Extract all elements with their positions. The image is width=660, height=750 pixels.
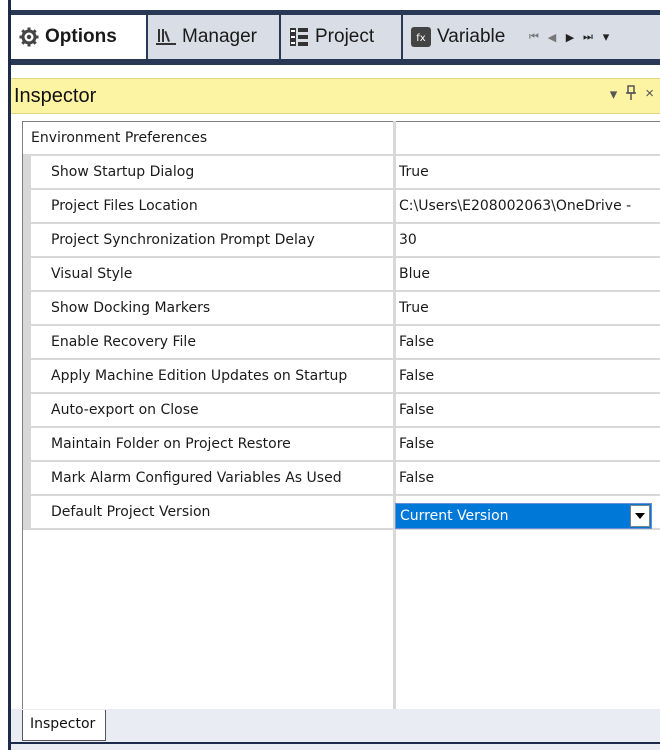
last-tab-icon[interactable]: ⏭ xyxy=(579,31,597,44)
bottom-tab-label: Inspector xyxy=(30,716,96,732)
property-value[interactable]: False xyxy=(399,334,434,350)
tab-variable[interactable]: fx Variable xyxy=(403,15,525,59)
property-name: Enable Recovery File xyxy=(51,334,196,350)
tab-navigation: ⏮ ◀ ▶ ⏭ ▾ xyxy=(525,15,660,59)
property-name: Project Files Location xyxy=(51,198,198,214)
property-name: Maintain Folder on Project Restore xyxy=(51,436,291,452)
tab-project-label: Project xyxy=(315,26,375,47)
property-row[interactable]: Mark Alarm Configured Variables As Used F… xyxy=(23,462,660,496)
category-label: Environment Preferences xyxy=(31,130,208,146)
property-row[interactable]: Apply Machine Edition Updates on Startup… xyxy=(23,360,660,394)
first-tab-icon[interactable]: ⏮ xyxy=(525,31,543,44)
property-name: Mark Alarm Configured Variables As Used xyxy=(51,470,342,486)
tab-project[interactable]: Project xyxy=(281,15,401,59)
property-name: Apply Machine Edition Updates on Startup xyxy=(51,368,348,384)
tab-options[interactable]: Options xyxy=(11,15,146,59)
top-margin xyxy=(0,0,660,10)
default-project-version-dropdown[interactable]: Current Version xyxy=(395,503,652,529)
bottom-border xyxy=(11,742,660,744)
property-row[interactable]: Project Files Location C:\Users\E20800206… xyxy=(23,190,660,224)
property-value[interactable]: False xyxy=(399,368,434,384)
property-row[interactable]: Show Startup Dialog True xyxy=(23,156,660,190)
panel-title: Inspector xyxy=(14,84,97,107)
property-value[interactable]: True xyxy=(399,164,429,180)
tool-tab-strip: Options Manager Project fx Variable ⏮ ◀ … xyxy=(11,10,660,65)
property-name: Show Startup Dialog xyxy=(51,164,195,180)
tab-variable-label: Variable xyxy=(437,26,506,47)
property-row[interactable]: Visual Style Blue xyxy=(23,258,660,292)
tab-inspector-bottom[interactable]: Inspector xyxy=(22,710,106,741)
property-name: Show Docking Markers xyxy=(51,300,211,316)
chevron-down-icon[interactable] xyxy=(630,505,650,527)
tab-options-label: Options xyxy=(45,26,117,47)
property-value[interactable]: C:\Users\E208002063\OneDrive - xyxy=(399,198,631,214)
left-margin xyxy=(0,0,8,750)
tab-menu-icon[interactable]: ▾ xyxy=(597,29,615,45)
category-row[interactable]: Environment Preferences xyxy=(23,122,660,156)
manager-icon xyxy=(156,28,176,46)
property-value[interactable]: False xyxy=(399,402,434,418)
property-name: Project Synchronization Prompt Delay xyxy=(51,232,315,248)
property-name: Visual Style xyxy=(51,266,133,282)
panel-menu-icon[interactable]: ▾ xyxy=(610,85,618,105)
property-row[interactable]: Auto-export on Close False xyxy=(23,394,660,428)
property-row[interactable]: Enable Recovery File False xyxy=(23,326,660,360)
variable-icon: fx xyxy=(411,27,431,47)
inspector-title-bar: Inspector ▾ × xyxy=(11,78,660,114)
svg-text:fx: fx xyxy=(416,33,426,44)
project-icon xyxy=(289,27,309,47)
scroll-right-icon[interactable]: ▶ xyxy=(561,31,579,44)
tab-manager[interactable]: Manager xyxy=(148,15,279,59)
property-value[interactable]: True xyxy=(399,300,429,316)
property-name: Default Project Version xyxy=(51,504,211,520)
property-value[interactable]: False xyxy=(399,470,434,486)
dropdown-selected-value: Current Version xyxy=(400,508,509,524)
scroll-left-icon[interactable]: ◀ xyxy=(543,31,561,44)
property-row[interactable]: Maintain Folder on Project Restore False xyxy=(23,428,660,462)
property-value[interactable]: 30 xyxy=(399,232,417,248)
pin-icon[interactable] xyxy=(625,85,637,105)
panel-controls: ▾ × xyxy=(610,85,654,105)
property-name: Auto-export on Close xyxy=(51,402,199,418)
property-value[interactable]: Blue xyxy=(399,266,430,282)
property-row[interactable]: Project Synchronization Prompt Delay 30 xyxy=(23,224,660,258)
tab-manager-label: Manager xyxy=(182,26,257,47)
gear-icon xyxy=(19,27,39,47)
property-value[interactable]: False xyxy=(399,436,434,452)
property-row[interactable]: Show Docking Markers True xyxy=(23,292,660,326)
close-icon[interactable]: × xyxy=(645,85,654,105)
